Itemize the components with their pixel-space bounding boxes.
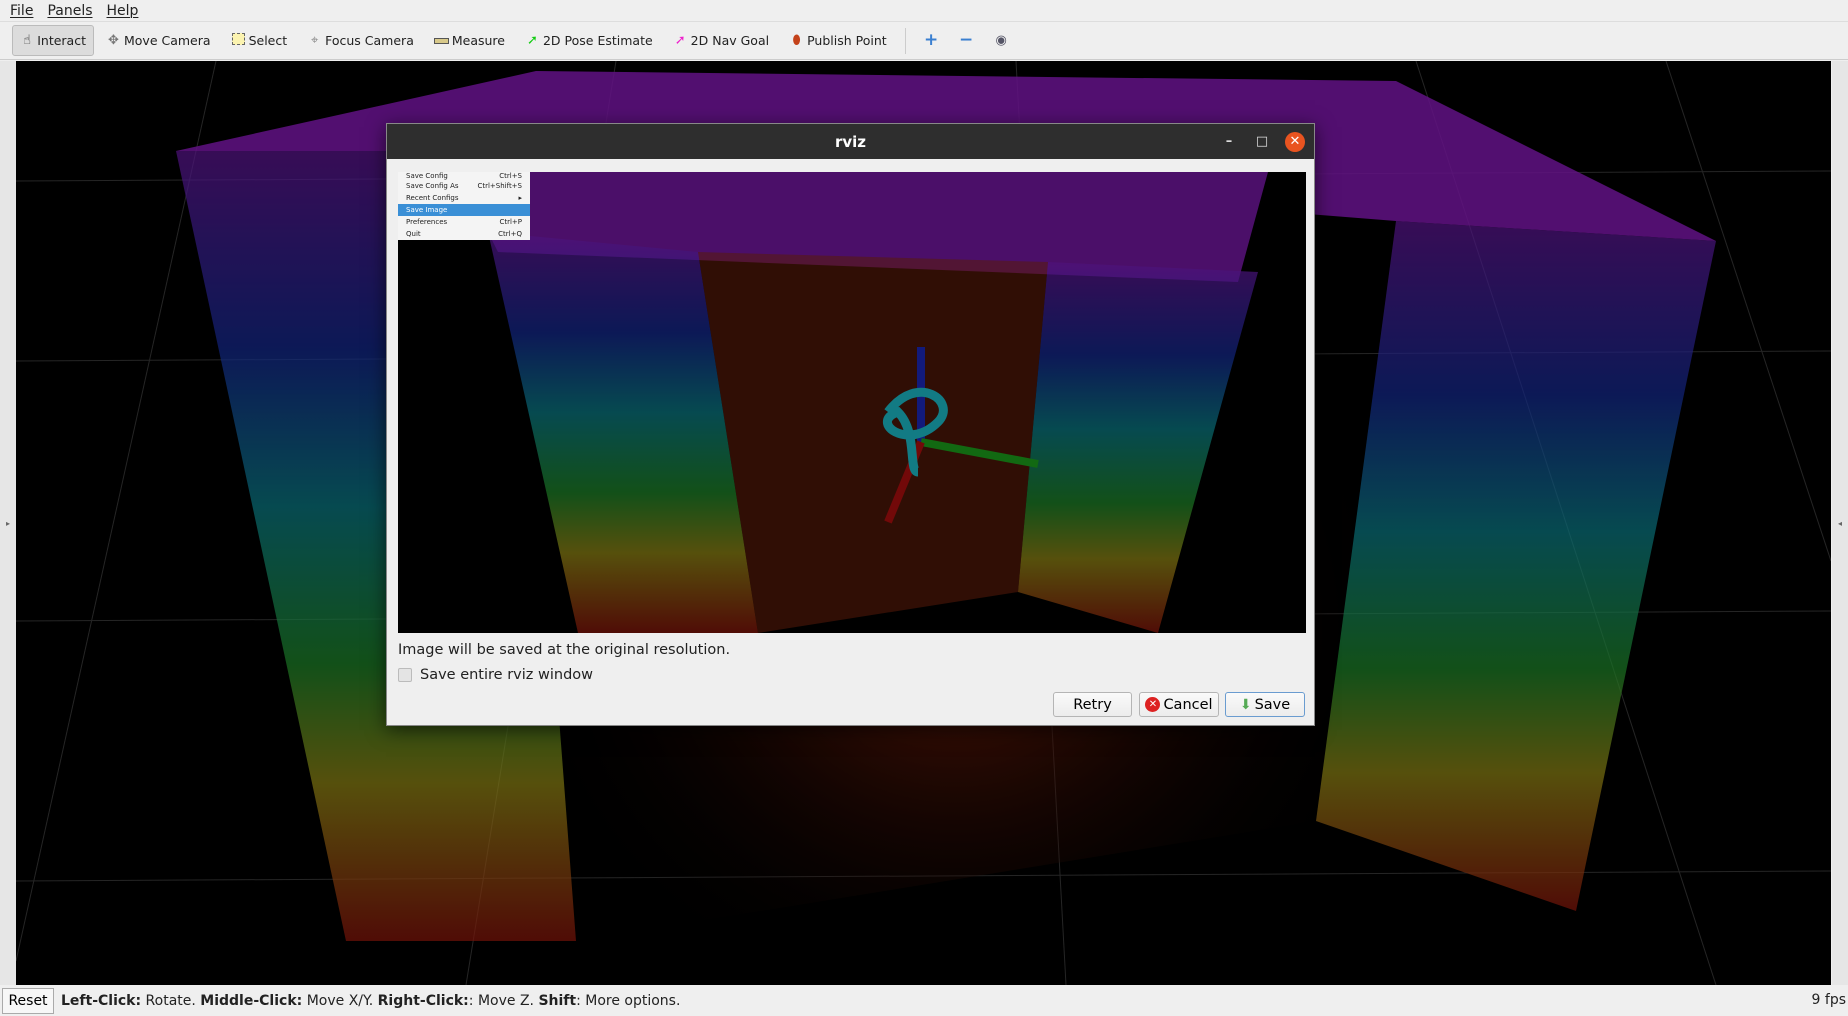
resolution-info: Image will be saved at the original reso… (398, 642, 731, 658)
tool-label: Select (248, 33, 288, 48)
hand-icon: ☝ (23, 33, 32, 48)
eye-icon: ◉ (995, 33, 1007, 48)
menu-bar: File Panels Help (0, 0, 1848, 21)
remove-tool-button[interactable]: − (951, 25, 982, 56)
tool-measure[interactable]: Measure (426, 25, 513, 56)
preview-menu-item: Save Image (398, 204, 530, 216)
preview-menu-item: Save Config Ctrl+S (406, 172, 522, 180)
tool-move-camera[interactable]: ✥ Move Camera (98, 25, 219, 56)
plus-icon: + (924, 30, 939, 50)
preview-menu-item: Recent Configs ▸ (406, 194, 522, 202)
retry-button[interactable]: Retry (1053, 692, 1132, 717)
preview-menu-item: Preferences Ctrl+P (406, 218, 522, 226)
tool-2d-pose-estimate[interactable]: ➚ 2D Pose Estimate (517, 25, 661, 56)
tool-select[interactable]: Select (223, 25, 296, 56)
preview-file-menu: Save Config Ctrl+S Save Config As Ctrl+Shi… (398, 172, 530, 240)
save-icon: ⬇ (1239, 696, 1252, 713)
close-button[interactable]: ✕ (1285, 132, 1305, 152)
checkbox-box[interactable] (398, 668, 412, 682)
tool-label: Focus Camera (325, 33, 414, 48)
focus-camera-icon: ⌖ (310, 33, 319, 48)
image-preview: Save Config Ctrl+S Save Config As Ctrl+Shi… (398, 172, 1306, 633)
preview-menu-item: Save Config As Ctrl+Shift+S (406, 182, 522, 190)
tool-label: Measure (451, 33, 505, 48)
tool-label: Move Camera (124, 33, 211, 48)
views-button[interactable]: ◉ (986, 25, 1017, 56)
minus-icon: − (959, 30, 974, 50)
tool-label: 2D Pose Estimate (542, 33, 653, 48)
dialog-titlebar[interactable]: rviz – □ ✕ (387, 124, 1314, 159)
left-panel-collapse[interactable]: ▸ (0, 61, 16, 985)
tool-label: Publish Point (807, 33, 887, 48)
move-camera-icon: ✥ (108, 33, 119, 48)
save-image-dialog: rviz – □ ✕ Save Config Ctrl+S Save Config… (386, 123, 1315, 726)
minimize-button[interactable]: – (1219, 132, 1239, 152)
select-icon (231, 33, 246, 48)
ruler-icon (433, 33, 449, 48)
toolbar-separator (904, 27, 906, 54)
tool-2d-nav-goal[interactable]: ➚ 2D Nav Goal (665, 25, 777, 56)
status-bar: Reset Left-Click: Rotate. Middle-Click: … (0, 986, 1848, 1016)
cancel-button[interactable]: ✕ Cancel (1139, 692, 1219, 717)
menu-file[interactable]: File (10, 3, 33, 19)
tool-label: 2D Nav Goal (690, 33, 770, 48)
tool-label: Interact (37, 33, 86, 48)
chevron-right-icon: ▸ (5, 518, 10, 528)
tool-interact[interactable]: ☝ Interact (12, 25, 94, 56)
map-pin-icon: ⬮ (792, 33, 801, 48)
dialog-title: rviz (834, 132, 867, 151)
right-panel-collapse[interactable]: ◂ (1832, 61, 1848, 985)
chevron-left-icon: ◂ (1837, 518, 1842, 528)
add-tool-button[interactable]: + (916, 25, 947, 56)
cancel-icon: ✕ (1145, 697, 1161, 712)
menu-panels[interactable]: Panels (47, 3, 92, 19)
pink-arrow-icon: ➚ (674, 33, 686, 48)
green-arrow-icon: ➚ (527, 33, 538, 48)
preview-menu-item: Quit Ctrl+Q (406, 230, 522, 238)
save-button[interactable]: ⬇ Save (1225, 692, 1305, 717)
save-entire-window-checkbox[interactable]: Save entire rviz window (398, 667, 593, 683)
tool-publish-point[interactable]: ⬮ Publish Point (781, 25, 895, 56)
maximize-button[interactable]: □ (1252, 132, 1272, 152)
reset-button[interactable]: Reset (2, 988, 54, 1014)
menu-help[interactable]: Help (107, 3, 139, 19)
preview-scene (398, 172, 1306, 633)
fps-counter: 9 fps (1811, 992, 1846, 1008)
checkbox-label: Save entire rviz window (420, 667, 594, 683)
tool-focus-camera[interactable]: ⌖ Focus Camera (299, 25, 422, 56)
mouse-hint: Left-Click: Rotate. Middle-Click: Move X… (61, 993, 681, 1009)
toolbar: ☝ Interact ✥ Move Camera Select ⌖ Focus Cam… (0, 21, 1848, 60)
